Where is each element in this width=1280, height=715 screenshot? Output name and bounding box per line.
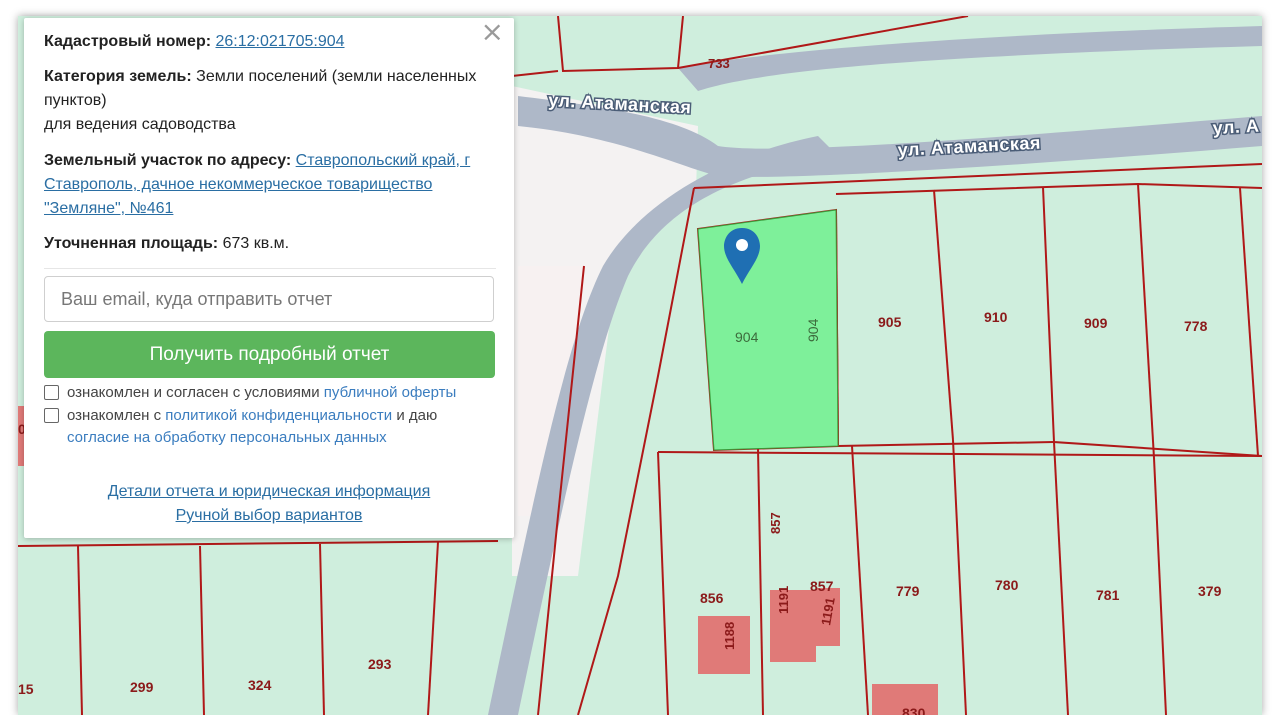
- parcel-label: 780: [995, 577, 1019, 593]
- get-report-button[interactable]: Получить подробный отчет: [44, 331, 495, 378]
- area-label: Уточненная площадь:: [44, 235, 219, 252]
- parcel-label: 1188: [722, 622, 737, 650]
- parcel-label: 909: [1084, 315, 1108, 331]
- parcel-label: 779: [896, 583, 920, 599]
- privacy-consent-checkbox[interactable]: [44, 408, 59, 423]
- manual-link-row: Ручной выбор вариантов: [24, 504, 514, 528]
- public-offer-link[interactable]: публичной оферты: [324, 384, 457, 401]
- parcel-label: 830: [902, 705, 926, 715]
- screenshot-frame: ул. Атаманская ул. Атаманская ул. А 733 …: [0, 0, 1280, 715]
- parcel-label: 293: [368, 656, 392, 672]
- privacy-policy-link[interactable]: политикой конфиденциальности: [165, 407, 392, 424]
- consent2-text-b: и даю: [396, 407, 438, 424]
- parcel-info-panel: × Кадастровый номер: 26:12:021705:904 Ка…: [24, 18, 514, 538]
- parcel-label: 857: [810, 578, 834, 594]
- divider: [44, 268, 496, 269]
- address-row: Земельный участок по адресу: Ставропольс…: [44, 149, 499, 221]
- parcel-label: 905: [878, 314, 902, 330]
- parcel-label: 857: [768, 512, 783, 534]
- manual-selection-link[interactable]: Ручной выбор вариантов: [176, 507, 363, 524]
- parcel-label: 856: [700, 590, 724, 606]
- cadastral-label: Кадастровый номер:: [44, 33, 212, 50]
- address-label: Земельный участок по адресу:: [44, 152, 292, 169]
- consent1-text: ознакомлен и согласен с условиями: [67, 384, 320, 401]
- area-row: Уточненная площадь: 673 кв.м.: [44, 232, 499, 256]
- parcel-label: 15: [18, 681, 34, 697]
- parcel-label-selected: 904: [805, 318, 821, 342]
- report-details-link[interactable]: Детали отчета и юридическая информация: [108, 483, 431, 500]
- area-value: 673 кв.м.: [222, 235, 290, 252]
- offer-consent-checkbox[interactable]: [44, 385, 59, 400]
- street-label: ул. А: [1212, 116, 1260, 138]
- details-link-row: Детали отчета и юридическая информация: [24, 480, 514, 504]
- parcel-label: 910: [984, 309, 1008, 325]
- parcel-label: 733: [708, 56, 730, 71]
- privacy-consent-text: ознакомлен с политикой конфиденциальност…: [67, 405, 487, 449]
- category-label: Категория земель:: [44, 68, 192, 85]
- parcel-label: 1191: [776, 586, 791, 614]
- personal-data-consent-link[interactable]: согласие на обработку персональных данны…: [67, 429, 387, 446]
- consent2-text-a: ознакомлен с: [67, 407, 162, 424]
- land-category-row: Категория земель: Земли поселений (земли…: [44, 65, 499, 137]
- parcel-label: 778: [1184, 318, 1208, 334]
- cadastral-number-link[interactable]: 26:12:021705:904: [216, 33, 345, 50]
- parcel-label-selected: 904: [735, 329, 759, 345]
- offer-consent-text: ознакомлен и согласен с условиями публич…: [67, 382, 456, 404]
- parcel-label: 299: [130, 679, 154, 695]
- cadastral-number-row: Кадастровый номер: 26:12:021705:904: [44, 30, 499, 54]
- parcel-label: 324: [248, 677, 272, 693]
- category-use: для ведения садоводства: [44, 116, 236, 133]
- email-input[interactable]: [44, 276, 494, 322]
- parcel-label: 781: [1096, 587, 1120, 603]
- parcel-label: 379: [1198, 583, 1222, 599]
